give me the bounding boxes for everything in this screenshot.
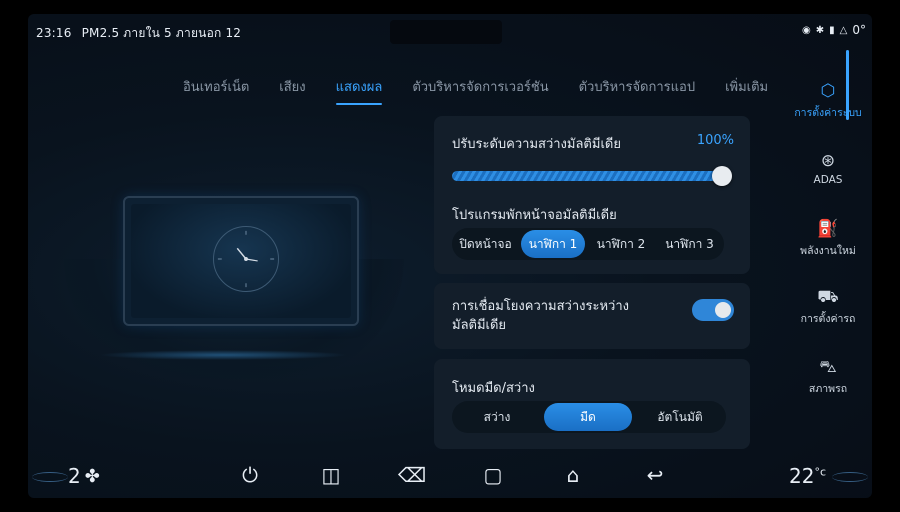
air-quality: PM2.5 ภายใน 5 ภายนอก 12	[81, 26, 242, 40]
tab-sound[interactable]: เสียง	[264, 74, 320, 105]
home-icon[interactable]: ⌂	[558, 463, 588, 487]
steering-wheel-icon: ⊛	[820, 151, 836, 171]
car-status-icon: ⛍	[819, 357, 837, 377]
outside-temp: 0°	[852, 23, 866, 37]
left-airflow-decoration	[32, 472, 68, 482]
tab-display[interactable]: แสดงผล	[321, 74, 398, 105]
sidebar-item-label: การตั้งค่ารถ	[800, 313, 856, 325]
side-menu: ⬡ การตั้งค่าระบบ ⊛ ADAS ⛽ พลังงานใหม่ ⛟ …	[790, 64, 872, 404]
fan-icon: ✤	[84, 465, 100, 487]
theme-card: โหมดมืด/สว่าง สว่าง มืด อัตโนมัติ	[434, 359, 750, 449]
fan-control[interactable]: 2 ✤	[68, 464, 100, 488]
fan-level: 2	[68, 464, 81, 488]
temperature-unit: °c	[814, 465, 826, 479]
brightness-link-label: การเชื่อมโยงความสว่างระหว่าง มัลติมีเดีย	[452, 297, 629, 335]
display-illustration	[123, 196, 359, 326]
sidebar-item-system-settings[interactable]: ⬡ การตั้งค่าระบบ	[790, 80, 866, 121]
split-screen-icon[interactable]: ◫	[316, 463, 346, 487]
sidebar-item-adas[interactable]: ⊛ ADAS	[790, 150, 866, 186]
bottom-control-bar: 2 ✤ ⏻ ◫ ⌫ ▢ ⌂ ↩ 22°c	[28, 460, 872, 498]
sidebar-item-label: พลังงานใหม่	[800, 245, 856, 257]
brightness-link-label-line2: มัลติมีเดีย	[452, 318, 507, 333]
sidebar-item-label: สภาพรถ	[808, 383, 848, 395]
brightness-label: ปรับระดับความสว่างมัลติมีเดีย	[452, 137, 621, 152]
theme-option-light[interactable]: สว่าง	[454, 403, 540, 431]
status-bar-left: 23:16 PM2.5 ภายใน 5 ภายนอก 12	[36, 24, 241, 43]
status-bar-right: ◉ ✱ ▮ △ 0°	[802, 23, 866, 37]
infotainment-screen: 23:16 PM2.5 ภายใน 5 ภายนอก 12 ◉ ✱ ▮ △ 0°…	[28, 14, 872, 498]
clock-time: 23:16	[36, 26, 72, 40]
screensaver-option-clock2[interactable]: นาฬิกา 2	[589, 230, 653, 258]
charging-icon: ⛽	[817, 219, 839, 239]
sidebar-item-vehicle-status[interactable]: ⛍ สภาพรถ	[790, 356, 866, 397]
brightness-slider-track[interactable]	[452, 171, 722, 181]
screensaver-option-clock1[interactable]: นาฬิกา 1	[521, 230, 585, 258]
media-display-card: ปรับระดับความสว่างมัลติมีเดีย 100% โปรแก…	[434, 116, 750, 274]
clock-icon	[213, 226, 279, 292]
theme-option-dark[interactable]: มืด	[544, 403, 632, 431]
screensaver-option-off[interactable]: ปิดหน้าจอ	[454, 230, 517, 258]
signal-icon: ▮	[829, 24, 835, 36]
screensaver-selector: ปิดหน้าจอ นาฬิกา 1 นาฬิกา 2 นาฬิกา 3	[452, 228, 724, 260]
brightness-value: 100%	[696, 133, 734, 148]
theme-label: โหมดมืด/สว่าง	[452, 381, 535, 396]
location-icon: ◉	[802, 24, 811, 36]
sidebar-item-vehicle-settings[interactable]: ⛟ การตั้งค่ารถ	[790, 286, 866, 327]
right-airflow-decoration	[832, 472, 868, 482]
clean-icon[interactable]: ⌫	[397, 463, 427, 487]
brightness-link-toggle[interactable]	[692, 299, 734, 321]
settings-tabs: อินเทอร์เน็ต เสียง แสดงผล ตัวบริหารจัดกา…	[168, 74, 783, 105]
warning-icon: △	[839, 24, 848, 36]
power-icon[interactable]: ⏻	[235, 463, 265, 487]
temperature-control[interactable]: 22°c	[789, 464, 826, 488]
sidebar-item-label: ADAS	[813, 174, 843, 186]
sidebar-item-new-energy[interactable]: ⛽ พลังงานใหม่	[790, 218, 866, 259]
tab-internet[interactable]: อินเทอร์เน็ต	[168, 74, 264, 105]
sidebar-active-indicator	[846, 50, 849, 120]
theme-option-auto[interactable]: อัตโนมัติ	[636, 403, 724, 431]
brightness-slider-handle[interactable]	[712, 166, 732, 186]
tab-more[interactable]: เพิ่มเติม	[710, 74, 783, 105]
screensaver-label: โปรแกรมพักหน้าจอมัลติมีเดีย	[452, 208, 617, 223]
brightness-link-label-line1: การเชื่อมโยงความสว่างระหว่าง	[452, 299, 629, 314]
top-camera-area	[390, 20, 502, 44]
brightness-link-card: การเชื่อมโยงความสว่างระหว่าง มัลติมีเดีย	[434, 283, 750, 349]
dashboard-glow	[98, 350, 348, 360]
display-screen	[131, 204, 351, 318]
tab-version-manager[interactable]: ตัวบริหารจัดการเวอร์ชัน	[397, 74, 563, 105]
theme-selector: สว่าง มืด อัตโนมัติ	[452, 401, 726, 433]
sidebar-item-label: การตั้งค่าระบบ	[794, 107, 862, 119]
tab-app-manager[interactable]: ตัวบริหารจัดการแอป	[564, 74, 710, 105]
temperature-value: 22	[788, 464, 815, 488]
back-icon[interactable]: ↩	[640, 463, 670, 487]
square-icon[interactable]: ▢	[478, 463, 508, 487]
screensaver-option-clock3[interactable]: นาฬิกา 3	[657, 230, 722, 258]
bluetooth-icon: ✱	[815, 24, 825, 36]
car-icon: ⛟	[817, 287, 839, 307]
settings-hex-icon: ⬡	[820, 81, 836, 101]
